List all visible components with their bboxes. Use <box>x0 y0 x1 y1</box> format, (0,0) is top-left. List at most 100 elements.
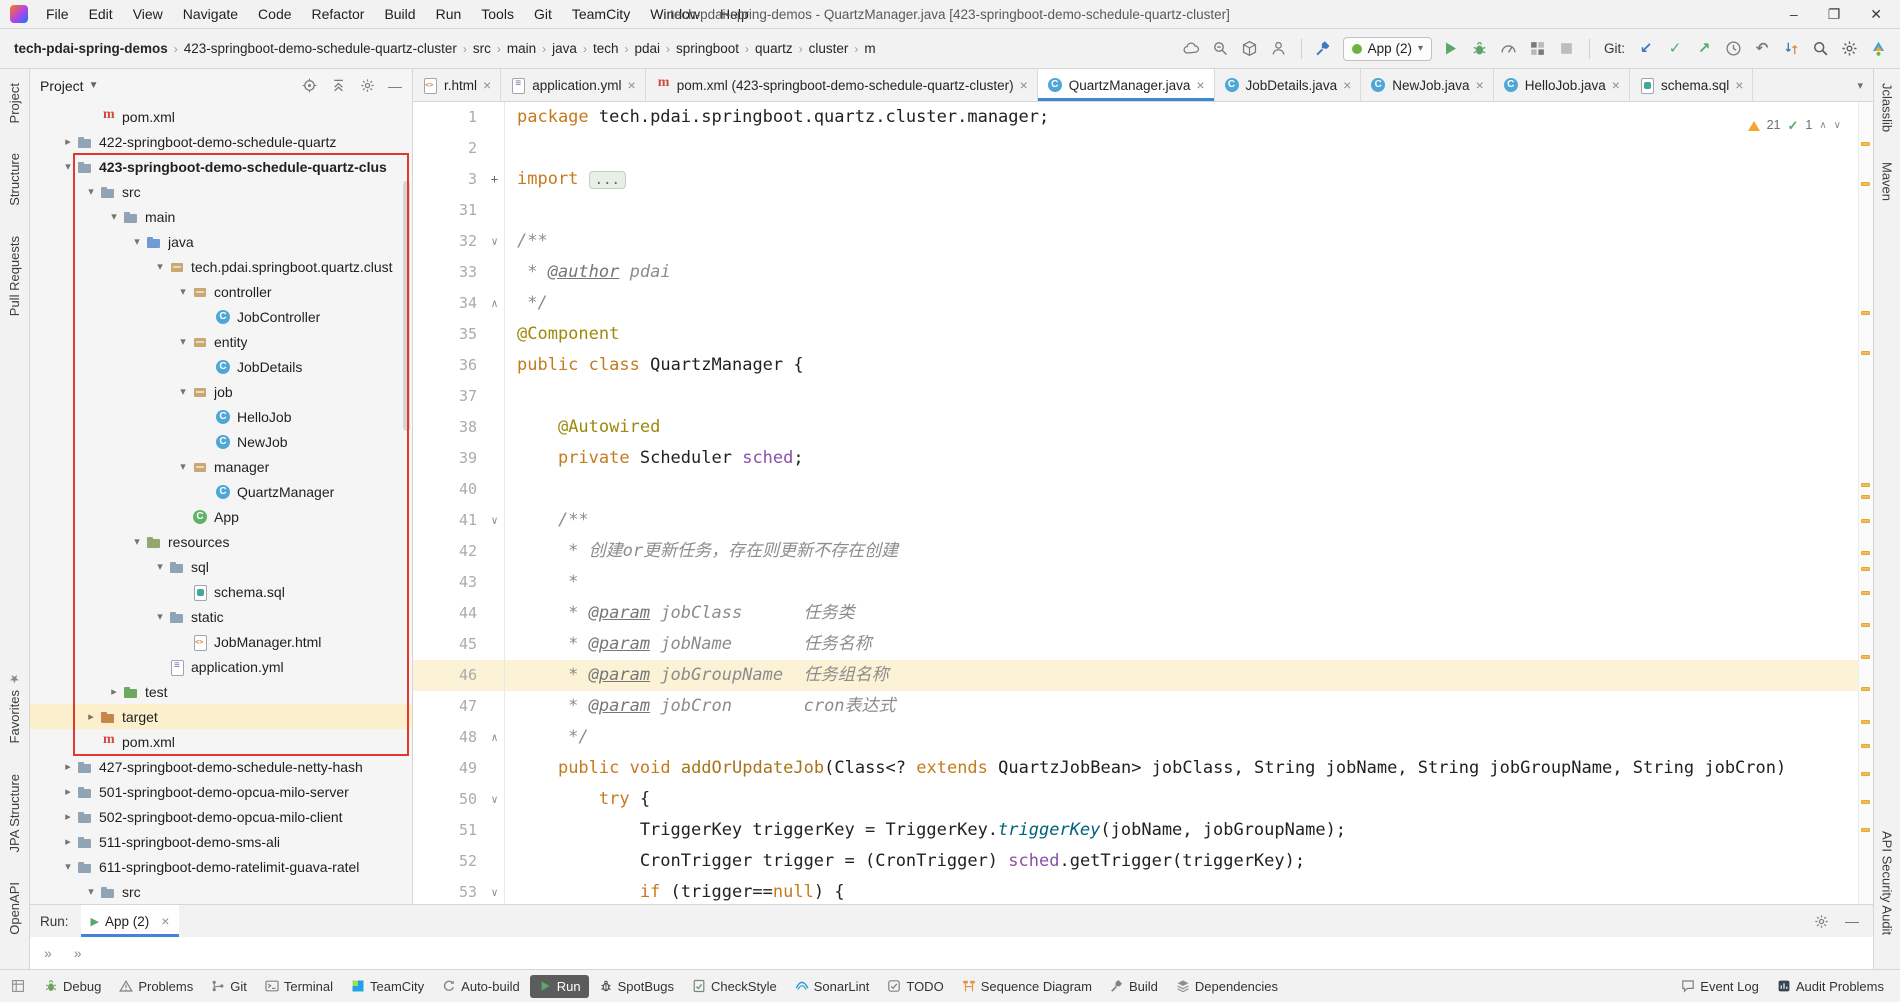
chevron-collapsed-icon[interactable]: ▸ <box>82 710 100 723</box>
inspections-widget[interactable]: 21 ✓ 1 ∧ ∨ <box>1744 109 1845 142</box>
tree-row-controller[interactable]: ▾controller <box>30 279 412 304</box>
chevron-expanded-icon[interactable]: ▾ <box>151 610 169 623</box>
build-hammer-icon[interactable] <box>1314 39 1334 59</box>
breadcrumb-item[interactable]: src <box>471 40 493 57</box>
statusbar-item-problems[interactable]: Problems <box>111 975 201 998</box>
git-rollback-button[interactable]: ↶ <box>1752 39 1772 59</box>
prev-warning-icon[interactable]: ∧ <box>1819 110 1826 141</box>
tree-row-quartzmanager[interactable]: QuartzManager <box>30 479 412 504</box>
run-button[interactable] <box>1441 39 1461 59</box>
chevron-expanded-icon[interactable]: ▾ <box>59 860 77 873</box>
editor-tab-pom-xml-423-springboot-demo-schedule-quartz-cluster[interactable]: pom.xml (423-springboot-demo-schedule-qu… <box>646 69 1038 101</box>
tree-row-pom-xml[interactable]: pom.xml <box>30 104 412 129</box>
editor-tab-jobdetails-java[interactable]: JobDetails.java× <box>1215 69 1362 101</box>
run-tab[interactable]: ▶ App (2) × <box>81 905 180 937</box>
chevron-collapsed-icon[interactable]: ▸ <box>59 785 77 798</box>
tree-row-611-springboot-demo-ratelimit-guava-ratel[interactable]: ▾611-springboot-demo-ratelimit-guava-rat… <box>30 854 412 879</box>
error-stripe-mark[interactable] <box>1861 519 1870 523</box>
menu-refactor[interactable]: Refactor <box>302 0 375 28</box>
services-button[interactable] <box>1528 39 1548 59</box>
profiler-button[interactable] <box>1499 39 1519 59</box>
statusbar-item-debug[interactable]: Debug <box>36 975 109 998</box>
package-icon[interactable] <box>1240 39 1260 59</box>
error-stripe-mark[interactable] <box>1861 720 1870 724</box>
tree-row-java[interactable]: ▾java <box>30 229 412 254</box>
user-icon[interactable] <box>1269 39 1289 59</box>
code-editor[interactable]: 1package tech.pdai.springboot.quartz.clu… <box>413 102 1873 904</box>
tree-row-target[interactable]: ▸target <box>30 704 412 729</box>
error-stripe-mark[interactable] <box>1861 591 1870 595</box>
tree-row-tech-pdai-springboot-quartz-clust[interactable]: ▾tech.pdai.springboot.quartz.clust <box>30 254 412 279</box>
tree-row-src[interactable]: ▾src <box>30 179 412 204</box>
stripe-tab-openapi[interactable]: OpenAPI <box>7 882 22 935</box>
statusbar-item-terminal[interactable]: Terminal <box>257 975 341 998</box>
close-icon[interactable]: × <box>628 77 636 93</box>
git-push-button[interactable]: ↗ <box>1694 39 1714 59</box>
breadcrumb-item[interactable]: java <box>550 40 579 57</box>
sync-commits-icon[interactable] <box>1781 39 1801 59</box>
breadcrumb-item[interactable]: main <box>505 40 538 57</box>
debug-button[interactable] <box>1470 39 1490 59</box>
hidden-tabs-icon[interactable]: ▾ <box>1857 79 1863 92</box>
tree-row-main[interactable]: ▾main <box>30 204 412 229</box>
editor-tab-r-html[interactable]: r.html× <box>413 69 501 101</box>
close-icon[interactable]: × <box>161 913 169 929</box>
chevron-expanded-icon[interactable]: ▾ <box>174 335 192 348</box>
tree-row-app[interactable]: App <box>30 504 412 529</box>
error-stripe-mark[interactable] <box>1861 311 1870 315</box>
tool-window-switcher-icon[interactable] <box>10 978 26 994</box>
statusbar-item-sonarlint[interactable]: SonarLint <box>787 975 878 998</box>
error-stripe-mark[interactable] <box>1861 744 1870 748</box>
menu-git[interactable]: Git <box>524 0 562 28</box>
tree-row-manager[interactable]: ▾manager <box>30 454 412 479</box>
menu-edit[interactable]: Edit <box>79 0 123 28</box>
tree-row-newjob[interactable]: NewJob <box>30 429 412 454</box>
stripe-tab-jclasslib[interactable]: Jclasslib <box>1880 83 1895 132</box>
statusbar-item-audit-problems[interactable]: Audit Problems <box>1769 975 1892 998</box>
collapse-all-button[interactable] <box>330 78 346 94</box>
chevron-expanded-icon[interactable]: ▾ <box>82 185 100 198</box>
tree-row-test[interactable]: ▸test <box>30 679 412 704</box>
fold-marker[interactable]: ∨ <box>485 226 505 257</box>
chevron-expanded-icon[interactable]: ▾ <box>59 160 77 173</box>
git-history-button[interactable] <box>1723 39 1743 59</box>
menu-teamcity[interactable]: TeamCity <box>562 0 640 28</box>
plugin-icon[interactable] <box>1868 39 1888 59</box>
stripe-tab-jpa-structure[interactable]: JPA Structure <box>7 774 22 853</box>
stripe-tab-maven[interactable]: Maven <box>1880 162 1895 201</box>
error-stripe-mark[interactable] <box>1861 142 1870 146</box>
editor-tab-newjob-java[interactable]: NewJob.java× <box>1361 69 1493 101</box>
chevron-expanded-icon[interactable]: ▾ <box>174 460 192 473</box>
hide-panel-icon[interactable]: — <box>388 78 402 94</box>
breadcrumb-item[interactable]: m <box>862 40 877 57</box>
error-stripe-mark[interactable] <box>1861 567 1870 571</box>
error-stripe-mark[interactable] <box>1861 483 1870 487</box>
menu-build[interactable]: Build <box>374 0 425 28</box>
chevron-expanded-icon[interactable]: ▾ <box>174 285 192 298</box>
cloud-icon[interactable] <box>1182 39 1202 59</box>
overflow-actions-icon[interactable]: » <box>74 945 82 961</box>
close-icon[interactable]: × <box>1343 77 1351 93</box>
close-icon[interactable]: × <box>1735 77 1743 93</box>
close-button[interactable]: ✕ <box>1870 6 1882 23</box>
statusbar-item-checkstyle[interactable]: CheckStyle <box>684 975 785 998</box>
git-update-button[interactable]: ↙ <box>1636 39 1656 59</box>
breadcrumb-item[interactable]: springboot <box>674 40 741 57</box>
tree-row-hellojob[interactable]: HelloJob <box>30 404 412 429</box>
tree-row-resources[interactable]: ▾resources <box>30 529 412 554</box>
maximize-button[interactable]: ❐ <box>1828 6 1841 23</box>
tree-row-src[interactable]: ▾src <box>30 879 412 904</box>
menu-tools[interactable]: Tools <box>471 0 524 28</box>
statusbar-item-auto-build[interactable]: Auto-build <box>434 975 528 998</box>
chevron-expanded-icon[interactable]: ▾ <box>174 385 192 398</box>
menu-code[interactable]: Code <box>248 0 301 28</box>
tree-row-sql[interactable]: ▾sql <box>30 554 412 579</box>
stripe-tab-project[interactable]: Project <box>7 83 22 123</box>
statusbar-item-event-log[interactable]: Event Log <box>1673 975 1767 998</box>
editor-tab-quartzmanager-java[interactable]: QuartzManager.java× <box>1038 69 1215 101</box>
project-panel-title[interactable]: Project <box>40 78 84 94</box>
git-commit-button[interactable]: ✓ <box>1665 39 1685 59</box>
statusbar-item-git[interactable]: Git <box>203 975 255 998</box>
run-config-select[interactable]: App (2) ▾ <box>1343 37 1432 61</box>
tree-row-application-yml[interactable]: application.yml <box>30 654 412 679</box>
